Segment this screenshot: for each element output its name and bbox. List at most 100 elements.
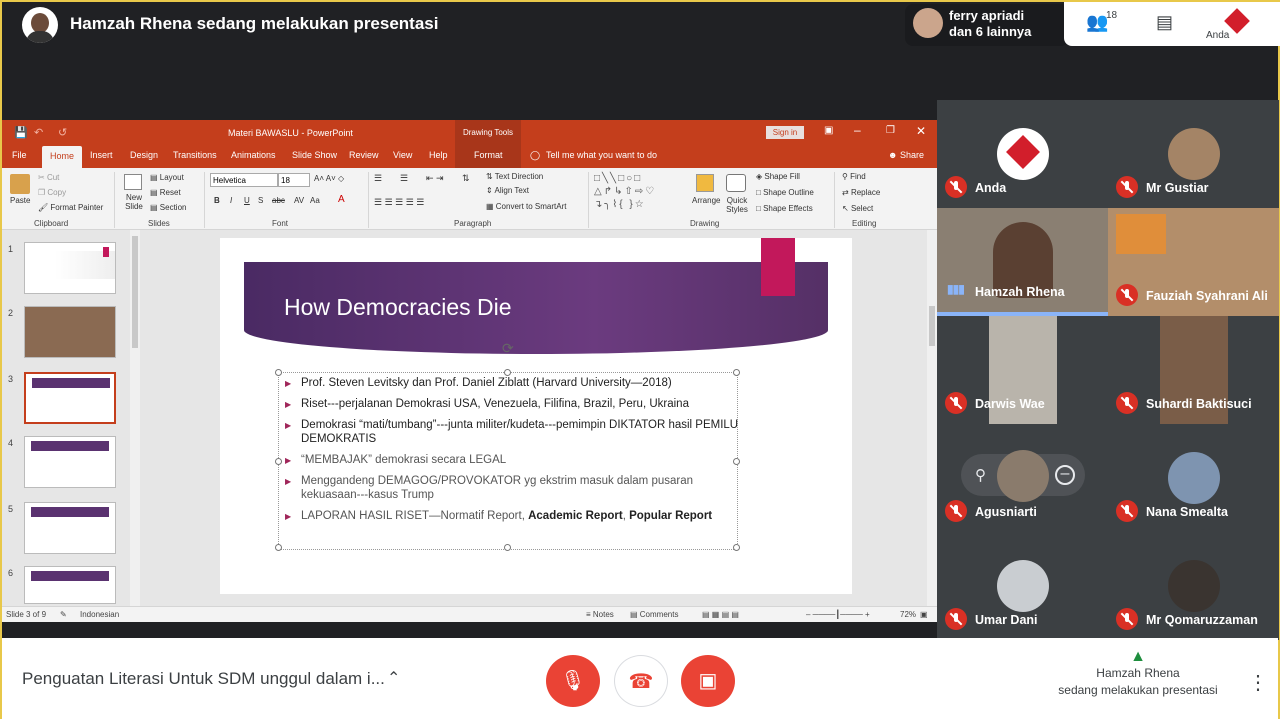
thumbs-scrollbar[interactable] <box>130 230 140 606</box>
indent-icon[interactable]: ⇤ ⇥ <box>426 173 444 184</box>
participant-tile[interactable]: Umar Dani <box>937 532 1108 640</box>
signin-button[interactable]: Sign in <box>766 126 804 139</box>
thumb-slide-6[interactable] <box>24 566 116 604</box>
tab-file[interactable]: File <box>12 150 27 160</box>
case-button[interactable]: Aa <box>310 196 320 205</box>
resize-handle[interactable] <box>733 458 740 465</box>
editor-scrollbar[interactable] <box>927 230 937 606</box>
chevron-up-icon[interactable]: ⌃ <box>387 668 400 688</box>
tell-me-input[interactable]: Tell me what you want to do <box>546 150 657 160</box>
resize-handle[interactable] <box>275 458 282 465</box>
redo-icon[interactable]: ↺ <box>58 126 67 139</box>
underline-button[interactable]: U <box>244 196 250 205</box>
rotate-handle-icon[interactable]: ⟳ <box>502 340 514 357</box>
camera-toggle-button[interactable]: ▣ <box>681 655 735 707</box>
slide-title[interactable]: How Democracies Die <box>284 294 512 321</box>
restore-icon[interactable]: ❐ <box>886 125 895 136</box>
reset-button[interactable]: ▤ Reset <box>150 188 181 197</box>
participant-tile[interactable]: Fauziah Syahrani Ali <box>1108 208 1279 316</box>
resize-handle[interactable] <box>504 544 511 551</box>
remove-icon[interactable]: – <box>1055 465 1075 485</box>
paste-icon[interactable] <box>10 174 30 194</box>
tab-format[interactable]: Format <box>474 150 503 160</box>
new-slide-button[interactable]: New Slide <box>122 193 146 211</box>
participant-tile[interactable]: Mr Gustiar <box>1108 100 1279 208</box>
font-size-grow-icon[interactable]: A˄ A˅ ◇ <box>314 174 344 183</box>
spellcheck-icon[interactable]: ✎ <box>60 610 67 619</box>
thumb-slide-2[interactable] <box>24 306 116 358</box>
cut-button[interactable]: ✂ Cut <box>38 173 59 182</box>
end-call-button[interactable]: ☎ <box>614 655 668 707</box>
bullet-textbox[interactable]: Prof. Steven Levitsky dan Prof. Daniel Z… <box>275 369 740 551</box>
tab-review[interactable]: Review <box>349 150 379 160</box>
save-icon[interactable]: 💾 <box>14 126 28 139</box>
tab-insert[interactable]: Insert <box>90 150 113 160</box>
pin-icon[interactable]: ⚲ <box>975 466 986 484</box>
close-icon[interactable]: ✕ <box>916 124 926 138</box>
shadow-button[interactable]: S <box>258 196 263 205</box>
thumb-slide-3[interactable] <box>24 372 116 424</box>
comments-button[interactable]: ▤ Comments <box>630 610 678 619</box>
zoom-level[interactable]: 72% <box>900 610 916 619</box>
mic-toggle-button[interactable]: 🎙 <box>546 655 600 707</box>
thumb-slide-4[interactable] <box>24 436 116 488</box>
participant-tile[interactable]: Darwis Wae <box>937 316 1108 424</box>
participant-tile[interactable]: Suhardi Baktisuci <box>1108 316 1279 424</box>
tab-help[interactable]: Help <box>429 150 448 160</box>
resize-handle[interactable] <box>733 544 740 551</box>
shape-effects-button[interactable]: □ Shape Effects <box>756 204 813 213</box>
resize-handle[interactable] <box>275 544 282 551</box>
notes-button[interactable]: ≡ Notes <box>586 610 614 619</box>
minimize-icon[interactable]: – <box>854 123 861 137</box>
tab-animations[interactable]: Animations <box>231 150 276 160</box>
convert-smartart-button[interactable]: ▦ Convert to SmartArt <box>486 202 566 211</box>
find-button[interactable]: ⚲ Find <box>842 172 866 181</box>
participant-tile[interactable]: Mr Qomaruzzaman <box>1108 532 1279 640</box>
tab-slideshow[interactable]: Slide Show <box>292 150 337 160</box>
ribbon-display-icon[interactable]: ▣ <box>824 125 833 136</box>
participant-tile-active[interactable]: ▮▮▮ Hamzah Rhena <box>937 208 1108 316</box>
font-name-select[interactable]: Helvetica <box>210 173 278 187</box>
layout-button[interactable]: ▤ Layout <box>150 173 184 182</box>
shape-fill-button[interactable]: ◈ Shape Fill <box>756 172 800 181</box>
shape-outline-button[interactable]: □ Shape Outline <box>756 188 814 197</box>
numbering-icon[interactable]: ☰ <box>400 173 408 184</box>
shapes-gallery[interactable]: □╲╲□○□ △↱↳⇧⇨♡ ↴╮⌇{ }☆ <box>594 172 690 212</box>
bold-button[interactable]: B <box>214 196 220 205</box>
tab-home[interactable]: Home <box>42 146 83 168</box>
section-button[interactable]: ▤ Section <box>150 203 186 212</box>
thumb-slide-5[interactable] <box>24 502 116 554</box>
presentation-status[interactable]: ▲ Hamzah Rhena sedang melakukan presenta… <box>1040 648 1236 699</box>
font-size-select[interactable]: 18 <box>278 173 310 187</box>
replace-button[interactable]: ⇄ Replace <box>842 188 880 197</box>
meeting-title[interactable]: Penguatan Literasi Untuk SDM unggul dala… <box>22 669 385 689</box>
arrange-button[interactable]: Arrange <box>692 196 720 205</box>
current-slide[interactable]: How Democracies Die ⟳ Prof. Steven Levit… <box>220 238 852 594</box>
participant-tile[interactable]: Anda <box>937 100 1108 208</box>
align-left-icon[interactable]: ☰ ☰ ☰ ☰ ☰ <box>374 197 424 208</box>
align-text-button[interactable]: ⇕ Align Text <box>486 186 529 195</box>
strike-button[interactable]: abc <box>272 196 285 205</box>
participant-pill[interactable]: ferry apriadi dan 6 lainnya <box>905 4 1069 46</box>
normal-view-icon[interactable]: ▤ ▦ ▤ ▤ <box>702 610 739 619</box>
fit-slide-icon[interactable]: ▣ <box>920 610 928 619</box>
zoom-slider[interactable]: – ────┃──── + <box>806 610 870 619</box>
new-slide-icon[interactable] <box>124 174 142 190</box>
quick-styles-button[interactable]: Quick Styles <box>724 196 750 214</box>
font-color-button[interactable]: A <box>338 194 345 205</box>
resize-handle[interactable] <box>733 369 740 376</box>
share-button[interactable]: ☻ Share <box>888 150 924 160</box>
italic-button[interactable]: I <box>230 196 232 205</box>
participant-tile[interactable]: Nana Smealta <box>1108 424 1279 532</box>
text-direction-button[interactable]: ⇅ Text Direction <box>486 172 543 181</box>
more-options-icon[interactable]: ⋮ <box>1248 670 1268 695</box>
resize-handle[interactable] <box>504 369 511 376</box>
paste-button[interactable]: Paste <box>10 196 30 205</box>
thumb-slide-1[interactable] <box>24 242 116 294</box>
tab-design[interactable]: Design <box>130 150 158 160</box>
arrange-icon[interactable] <box>696 174 714 192</box>
chat-icon[interactable]: ▤ <box>1156 12 1173 33</box>
spacing-button[interactable]: AV <box>294 196 304 205</box>
quick-styles-icon[interactable] <box>726 174 746 192</box>
select-button[interactable]: ↖ Select <box>842 204 873 213</box>
